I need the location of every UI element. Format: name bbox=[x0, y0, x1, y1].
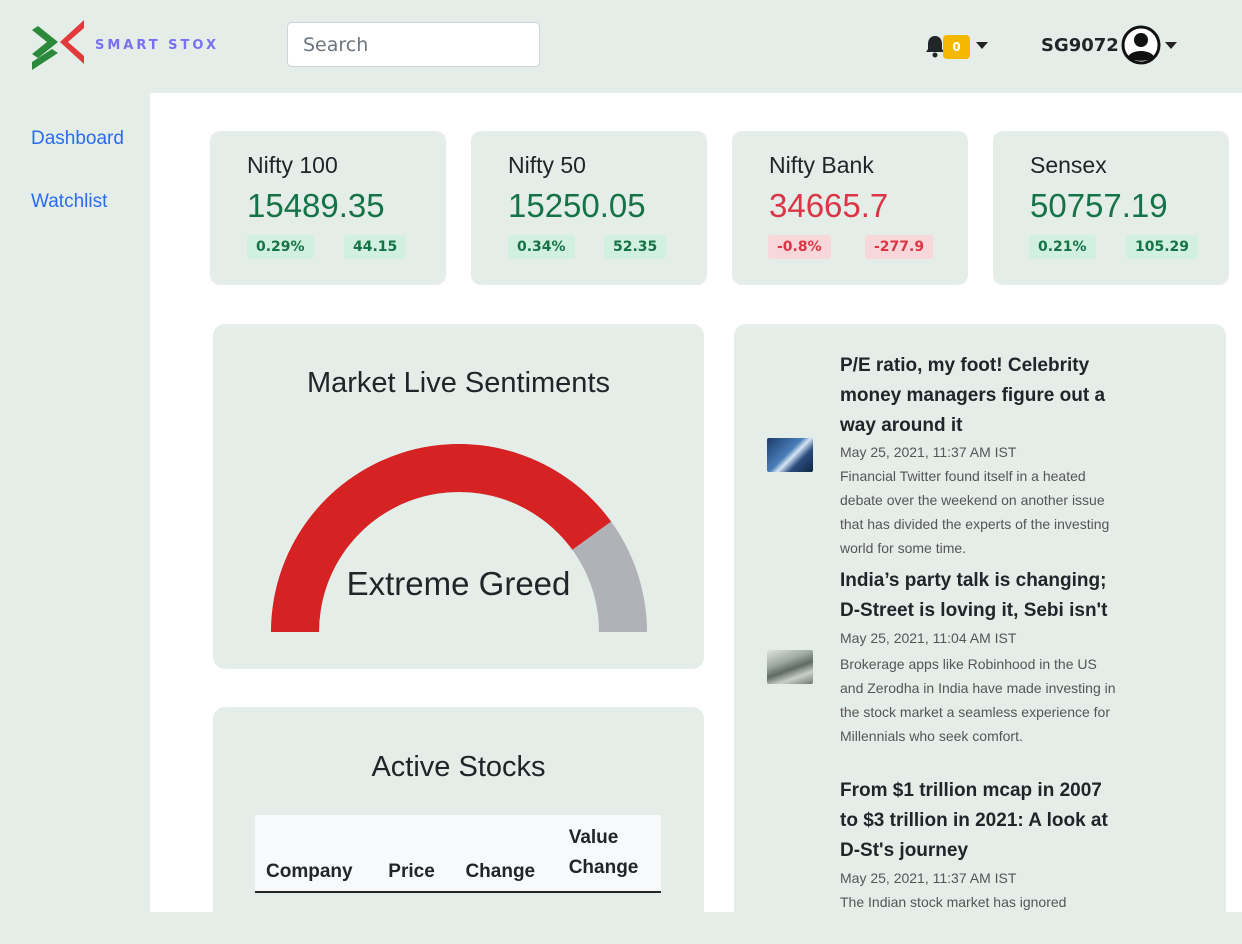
sentiment-gauge bbox=[271, 443, 647, 632]
index-name: Sensex bbox=[1030, 152, 1107, 178]
index-card-nifty-50[interactable]: Nifty 50 15250.05 0.34% 52.35 bbox=[471, 131, 707, 285]
index-name: Nifty Bank bbox=[769, 152, 874, 178]
index-value: 50757.19 bbox=[1030, 187, 1168, 224]
panel-title: Active Stocks bbox=[371, 751, 546, 783]
news-thumbnail-image[interactable] bbox=[767, 650, 813, 684]
sidebar-item-dashboard[interactable]: Dashboard bbox=[31, 128, 124, 150]
sentiment-label: Extreme Greed bbox=[346, 565, 571, 602]
news-timestamp: May 25, 2021, 11:37 AM IST bbox=[840, 870, 1017, 886]
smart-stox-logo-icon[interactable] bbox=[32, 20, 84, 70]
sidebar: Dashboard Watchlist bbox=[0, 93, 150, 912]
market-sentiment-panel: Market Live Sentiments Extreme Greed bbox=[213, 324, 704, 669]
notifications-chevron-down-icon[interactable] bbox=[976, 42, 988, 49]
index-card-nifty-bank[interactable]: Nifty Bank 34665.7 -0.8% -277.9 bbox=[732, 131, 968, 285]
news-timestamp: May 25, 2021, 11:04 AM IST bbox=[840, 630, 1017, 646]
user-menu-chevron-down-icon[interactable] bbox=[1165, 42, 1177, 49]
news-description: Brokerage apps like Robinhood in the US … bbox=[840, 656, 1116, 744]
table-header-row: Company Price Change Value Change bbox=[255, 815, 661, 893]
news-description: The Indian stock market has ignored bbox=[840, 894, 1067, 910]
change-points-badge: 105.29 bbox=[1126, 235, 1199, 259]
news-timestamp: May 25, 2021, 11:37 AM IST bbox=[840, 444, 1017, 460]
top-navbar: SMART STOX 0 SG9072 bbox=[0, 0, 1242, 93]
index-name: Nifty 100 bbox=[247, 152, 338, 178]
news-thumbnail-image[interactable] bbox=[767, 438, 813, 472]
news-description: Financial Twitter found itself in a heat… bbox=[840, 468, 1110, 556]
change-percent-badge: 0.29% bbox=[247, 235, 314, 259]
change-percent-badge: 0.21% bbox=[1029, 235, 1096, 259]
active-stocks-table: Company Price Change Value Change bbox=[255, 815, 661, 893]
active-stocks-panel: Active Stocks Company Price Change Value… bbox=[213, 707, 704, 937]
user-avatar-icon[interactable] bbox=[1121, 25, 1161, 65]
gauge-fill bbox=[271, 443, 612, 632]
index-value: 15250.05 bbox=[508, 187, 646, 224]
change-points-badge: 44.15 bbox=[344, 235, 407, 259]
news-item[interactable]: India’s party talk is changing; D-Street… bbox=[840, 566, 1122, 748]
brand-name[interactable]: SMART STOX bbox=[95, 38, 219, 53]
column-header-change[interactable]: Change bbox=[454, 815, 558, 893]
column-header-price[interactable]: Price bbox=[377, 815, 455, 893]
index-value: 34665.7 bbox=[769, 187, 889, 224]
news-title[interactable]: From $1 trillion mcap in 2007 to $3 tril… bbox=[840, 776, 1122, 866]
column-header-value-change[interactable]: Value Change bbox=[557, 815, 661, 893]
index-value: 15489.35 bbox=[247, 187, 385, 224]
panel-title: Market Live Sentiments bbox=[306, 367, 610, 399]
change-percent-badge: -0.8% bbox=[768, 235, 831, 259]
news-panel: P/E ratio, my foot! Celebrity money mana… bbox=[734, 324, 1226, 944]
change-points-badge: -277.9 bbox=[865, 235, 934, 259]
notification-count-badge[interactable]: 0 bbox=[943, 35, 970, 59]
index-name: Nifty 50 bbox=[508, 152, 586, 178]
news-title[interactable]: India’s party talk is changing; D-Street… bbox=[840, 566, 1122, 626]
change-percent-badge: 0.34% bbox=[508, 235, 575, 259]
index-card-sensex[interactable]: Sensex 50757.19 0.21% 105.29 bbox=[993, 131, 1229, 285]
news-item[interactable]: From $1 trillion mcap in 2007 to $3 tril… bbox=[840, 776, 1122, 914]
user-name[interactable]: SG9072 bbox=[1041, 35, 1119, 56]
column-header-company[interactable]: Company bbox=[255, 815, 378, 893]
news-title[interactable]: P/E ratio, my foot! Celebrity money mana… bbox=[840, 351, 1122, 441]
news-item[interactable]: P/E ratio, my foot! Celebrity money mana… bbox=[840, 351, 1122, 560]
search-input[interactable] bbox=[287, 22, 540, 67]
sidebar-item-watchlist[interactable]: Watchlist bbox=[31, 191, 107, 213]
index-card-nifty-100[interactable]: Nifty 100 15489.35 0.29% 44.15 bbox=[210, 131, 446, 285]
change-points-badge: 52.35 bbox=[604, 235, 667, 259]
